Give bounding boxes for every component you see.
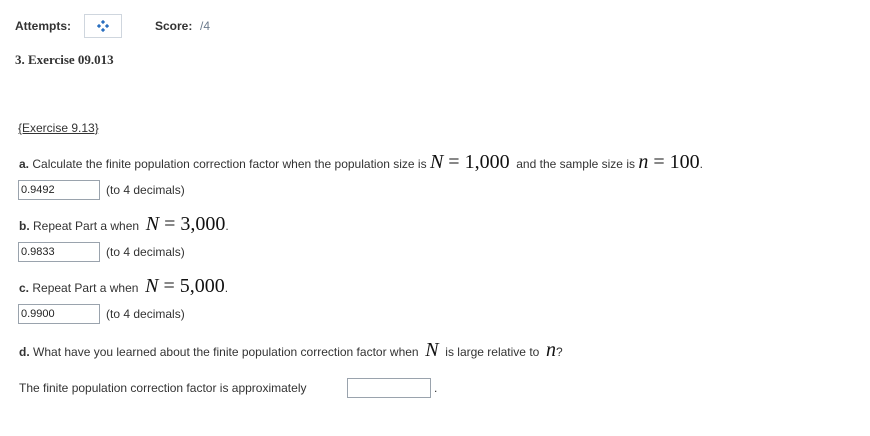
part-d-math-population: N: [425, 339, 438, 362]
part-a-math1-var: N: [429, 151, 444, 173]
part-c-letter: c.: [19, 281, 30, 295]
part-d-math-sample: n: [546, 339, 556, 362]
part-c-text-before: Repeat Part a when: [32, 281, 139, 295]
attempts-diamond-icon: [97, 20, 109, 32]
attempts-indicator[interactable]: [84, 14, 122, 38]
part-c-question: c. Repeat Part a when N = 5,000.: [19, 275, 228, 301]
part-c-math: N = 5,000: [145, 275, 225, 298]
part-b-hint: (to 4 decimals): [106, 245, 185, 259]
part-b-math: N = 3,000: [146, 213, 226, 236]
part-a-math1-rest: = 1,000: [443, 151, 510, 173]
part-d-text-middle: is large relative to: [445, 345, 540, 359]
exercise-link[interactable]: {Exercise 9.13}: [18, 121, 99, 135]
part-b-letter: b.: [19, 219, 30, 233]
part-d-sentence: The finite population correction factor …: [19, 381, 307, 395]
part-a-answer-input[interactable]: [18, 180, 100, 200]
part-a-text-middle: and the sample size is: [516, 157, 635, 171]
part-d-letter: d.: [19, 345, 30, 359]
part-a-math-population: N = 1,000: [430, 151, 510, 174]
part-a-math2-rest: = 100: [648, 151, 700, 173]
part-b-math-var: N: [145, 213, 160, 235]
score-value: /4: [200, 19, 211, 33]
part-a-math-sample: n = 100: [638, 151, 699, 174]
part-c-answer-input[interactable]: [18, 304, 100, 324]
part-b-math-rest: = 3,000: [159, 213, 226, 235]
part-c-hint: (to 4 decimals): [106, 307, 185, 321]
part-b-trailing: .: [225, 219, 229, 233]
exercise-title: 3. Exercise 09.013: [15, 52, 114, 67]
part-d-period: .: [434, 381, 438, 395]
part-a-trailing: .: [699, 157, 703, 171]
part-b-answer-input[interactable]: [18, 242, 100, 262]
score-label: Score:: [155, 19, 193, 33]
part-d-question: d. What have you learned about the finit…: [19, 339, 563, 363]
part-a-letter: a.: [19, 157, 30, 171]
part-d-math2-var: n: [546, 339, 556, 361]
part-d-trailing: ?: [556, 345, 563, 359]
part-a-math2-var: n: [638, 151, 649, 173]
part-d-text-before: What have you learned about the finite p…: [33, 345, 419, 359]
part-c-math-var: N: [145, 275, 159, 297]
part-c-trailing: .: [224, 281, 229, 295]
attempts-label: Attempts:: [15, 19, 71, 33]
part-a-question: a. Calculate the finite population corre…: [19, 151, 703, 177]
part-d-math1-var: N: [425, 339, 439, 361]
part-a-hint: (to 4 decimals): [106, 183, 185, 197]
part-d-answer-input[interactable]: [347, 378, 431, 398]
part-b-text-before: Repeat Part a when: [33, 219, 140, 233]
part-a-text-before: Calculate the finite population correcti…: [32, 157, 427, 171]
part-c-math-rest: = 5,000: [158, 275, 225, 297]
part-b-question: b. Repeat Part a when N = 3,000.: [19, 213, 229, 239]
